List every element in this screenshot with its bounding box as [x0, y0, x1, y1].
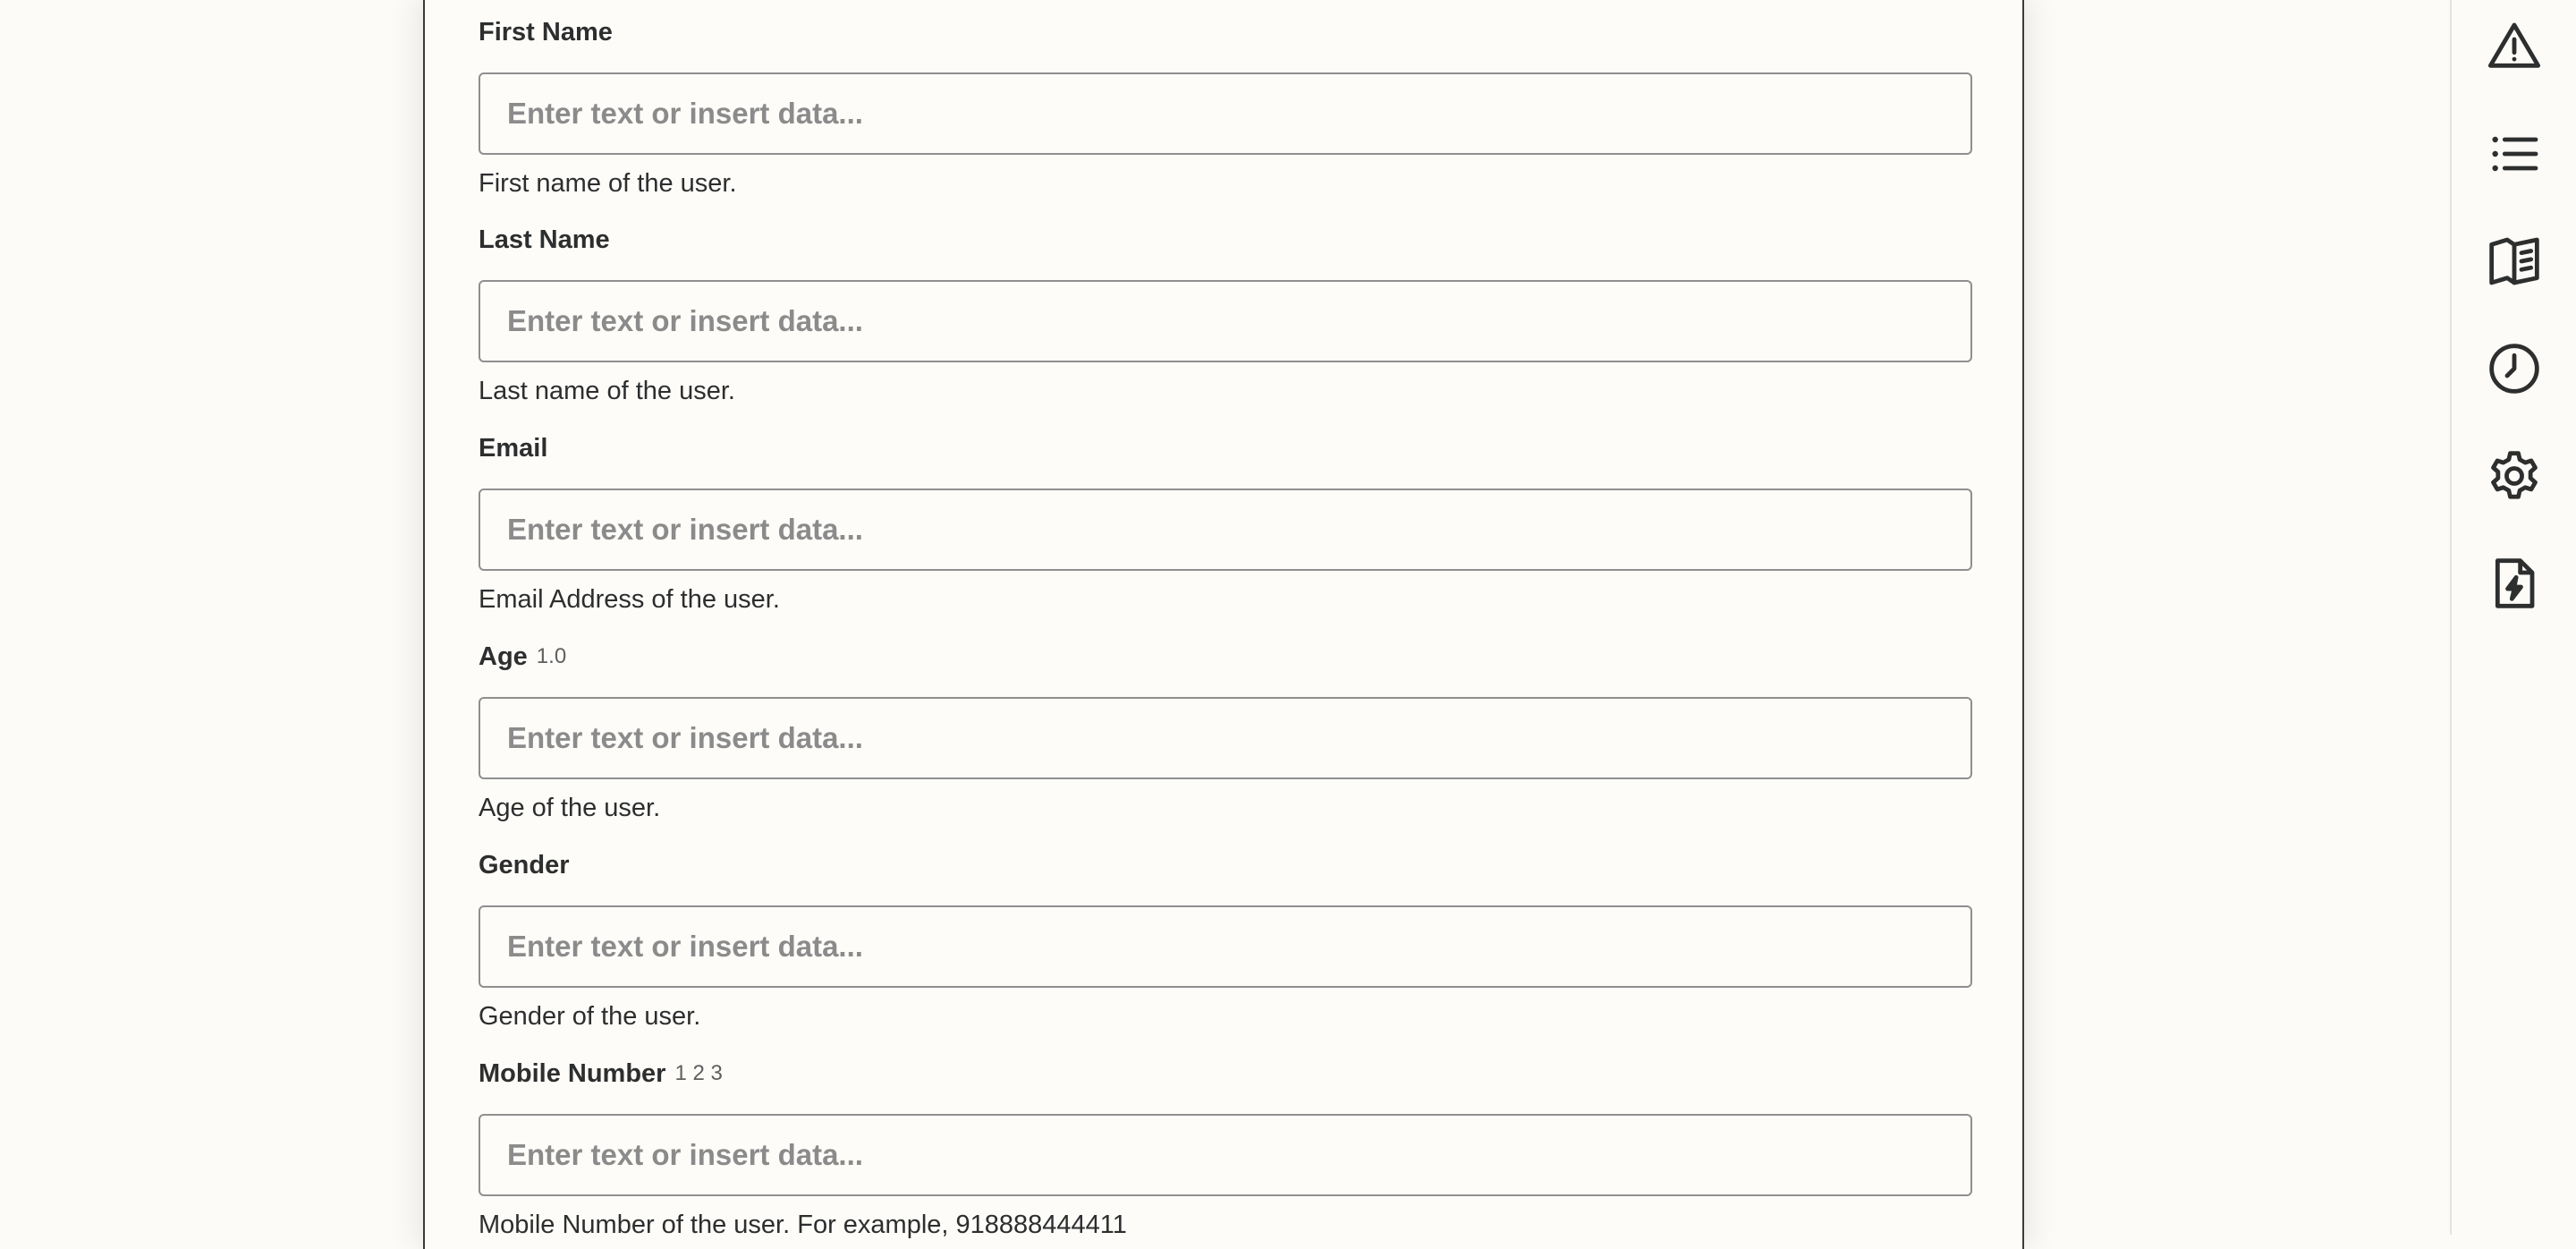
gear-icon — [2491, 451, 2538, 499]
form-panel: First Name First name of the user. Last … — [423, 0, 2024, 1249]
last-name-label: Last Name — [479, 222, 1974, 258]
email-input[interactable] — [479, 489, 1972, 571]
mobile-number-label-text: Mobile Number — [479, 1058, 666, 1088]
first-name-label-text: First Name — [479, 17, 613, 47]
age-type-hint: 1.0 — [536, 644, 567, 668]
last-name-help: Last name of the user. — [479, 376, 735, 405]
mobile-number-help: Mobile Number of the user. For example, … — [479, 1210, 1127, 1239]
last-name-input[interactable] — [479, 280, 1972, 362]
mobile-number-field: Mobile Number 1 2 3 Mobile Number of the… — [479, 1056, 1974, 1243]
list-icon — [2492, 136, 2538, 172]
last-name-label-text: Last Name — [479, 225, 610, 254]
email-label: Email — [479, 430, 1974, 466]
first-name-label: First Name — [479, 14, 1974, 50]
first-name-field: First Name First name of the user. — [479, 14, 1974, 201]
email-label-text: Email — [479, 433, 548, 463]
first-name-help: First name of the user. — [479, 168, 737, 198]
first-name-input[interactable] — [479, 72, 1972, 155]
gender-input[interactable] — [479, 905, 1972, 988]
mobile-number-label: Mobile Number 1 2 3 — [479, 1056, 1974, 1092]
warning-icon — [2487, 22, 2541, 68]
outline-button[interactable] — [2479, 118, 2550, 190]
warnings-button[interactable] — [2479, 11, 2550, 82]
gender-help: Gender of the user. — [479, 1001, 701, 1031]
settings-button[interactable] — [2479, 440, 2550, 512]
gender-field: Gender Gender of the user. — [479, 847, 1974, 1034]
right-sidebar — [2450, 0, 2576, 1235]
mobile-number-type-hint: 1 2 3 — [674, 1061, 723, 1085]
age-input[interactable] — [479, 697, 1972, 779]
mobile-number-input[interactable] — [479, 1114, 1972, 1196]
gender-label: Gender — [479, 847, 1974, 883]
history-button[interactable] — [2479, 333, 2550, 404]
triggers-button[interactable] — [2479, 548, 2550, 619]
docs-button[interactable] — [2479, 225, 2550, 297]
last-name-field: Last Name Last name of the user. — [479, 222, 1974, 409]
file-bolt-icon — [2495, 558, 2535, 608]
book-icon — [2489, 237, 2539, 285]
email-field: Email Email Address of the user. — [479, 430, 1974, 617]
gender-label-text: Gender — [479, 850, 570, 879]
age-field: Age 1.0 Age of the user. — [479, 639, 1974, 826]
age-label-text: Age — [479, 641, 528, 671]
age-help: Age of the user. — [479, 793, 661, 822]
email-help: Email Address of the user. — [479, 584, 780, 614]
clock-icon — [2489, 344, 2539, 394]
age-label: Age 1.0 — [479, 639, 1974, 675]
